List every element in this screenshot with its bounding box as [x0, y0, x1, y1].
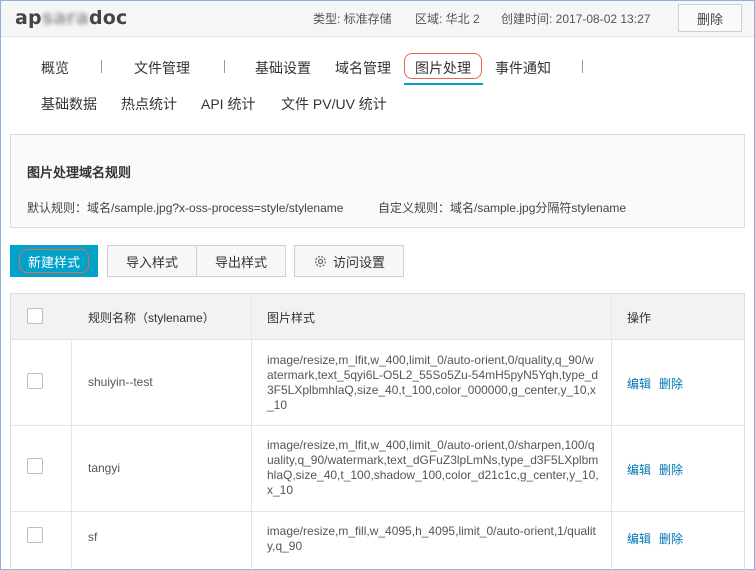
styles-table: 规则名称（stylename） 图片样式 操作 shuiyin--test im… — [10, 293, 745, 570]
active-tab-underline — [404, 83, 483, 85]
column-header-name: 规则名称（stylename） — [88, 311, 215, 325]
access-settings-label: 访问设置 — [332, 254, 385, 270]
edit-link[interactable]: 编辑 — [627, 461, 651, 478]
tab-file-pv-uv-stats[interactable]: 文件 PV/UV 统计 — [281, 94, 387, 114]
gear-icon — [315, 255, 326, 267]
region: 区域: 华北 2 — [415, 12, 480, 26]
table-row: sf image/resize,m_fill,w_4095,h_4095,lim… — [11, 512, 744, 570]
row-checkbox[interactable] — [27, 458, 43, 474]
panel-title: 图片处理域名规则 — [27, 165, 132, 180]
blurred-text: sara — [41, 7, 89, 29]
tab-domain-management[interactable]: 域名管理 — [335, 58, 391, 78]
access-settings-button[interactable]: 访问设置 — [294, 245, 404, 277]
row-checkbox[interactable] — [27, 373, 43, 389]
bucket-name: apsaradoc — [15, 7, 128, 29]
tab-hotspot-stats[interactable]: 热点统计 — [121, 94, 177, 114]
column-header-style: 图片样式 — [267, 311, 316, 325]
row-stylename: tangyi — [88, 461, 121, 475]
table-row: tangyi image/resize,m_lfit,w_400,limit_0… — [11, 426, 744, 512]
table-header: 规则名称（stylename） 图片样式 操作 — [11, 294, 744, 340]
delete-link[interactable]: 删除 — [659, 461, 683, 478]
edit-link[interactable]: 编辑 — [627, 375, 651, 392]
row-image-style: image/resize,m_lfit,w_400,limit_0/auto-o… — [267, 438, 599, 497]
row-image-style: image/resize,m_lfit,w_400,limit_0/auto-o… — [267, 353, 599, 412]
bucket-header: apsaradoc 类型: 标准存储 区域: 华北 2 创建时间: 2017-0… — [1, 1, 754, 37]
row-stylename: sf — [88, 530, 98, 544]
export-style-button[interactable]: 导出样式 — [196, 245, 286, 277]
delete-link[interactable]: 删除 — [659, 530, 683, 547]
tab-overview[interactable]: 概览 — [41, 58, 69, 78]
delete-link[interactable]: 删除 — [659, 375, 683, 392]
select-all-checkbox[interactable] — [27, 308, 43, 324]
created-time: 创建时间: 2017-08-02 13:27 — [501, 12, 651, 26]
import-style-button[interactable]: 导入样式 — [107, 245, 197, 277]
tab-divider — [101, 60, 102, 73]
table-row: shuiyin--test image/resize,m_lfit,w_400,… — [11, 340, 744, 426]
row-stylename: shuiyin--test — [88, 375, 153, 389]
storage-type: 类型: 标准存储 — [313, 12, 392, 26]
row-image-style: image/resize,m_fill,w_4095,h_4095,limit_… — [267, 524, 596, 553]
custom-rule: 自定义规则：域名/sample.jpg分隔符stylename — [378, 201, 627, 215]
domain-rules-panel: 图片处理域名规则 默认规则：域名/sample.jpg?x-oss-proces… — [10, 134, 745, 228]
default-rule: 默认规则：域名/sample.jpg?x-oss-process=style/s… — [27, 201, 344, 215]
new-style-button[interactable]: 新建样式 — [10, 245, 98, 277]
delete-bucket-button[interactable]: 删除 — [678, 4, 742, 32]
tab-event-notification[interactable]: 事件通知 — [495, 58, 551, 78]
edit-link[interactable]: 编辑 — [627, 530, 651, 547]
tab-basic-data[interactable]: 基础数据 — [41, 94, 97, 114]
tab-image-processing[interactable]: 图片处理 — [415, 58, 471, 78]
column-header-actions: 操作 — [627, 311, 652, 325]
tab-divider — [582, 60, 583, 73]
new-style-highlight: 新建样式 — [19, 249, 89, 273]
tab-divider — [224, 60, 225, 73]
tab-file-management[interactable]: 文件管理 — [134, 58, 190, 78]
row-checkbox[interactable] — [27, 527, 43, 543]
tab-basic-settings[interactable]: 基础设置 — [255, 58, 311, 78]
tab-api-stats[interactable]: API 统计 — [201, 94, 255, 114]
